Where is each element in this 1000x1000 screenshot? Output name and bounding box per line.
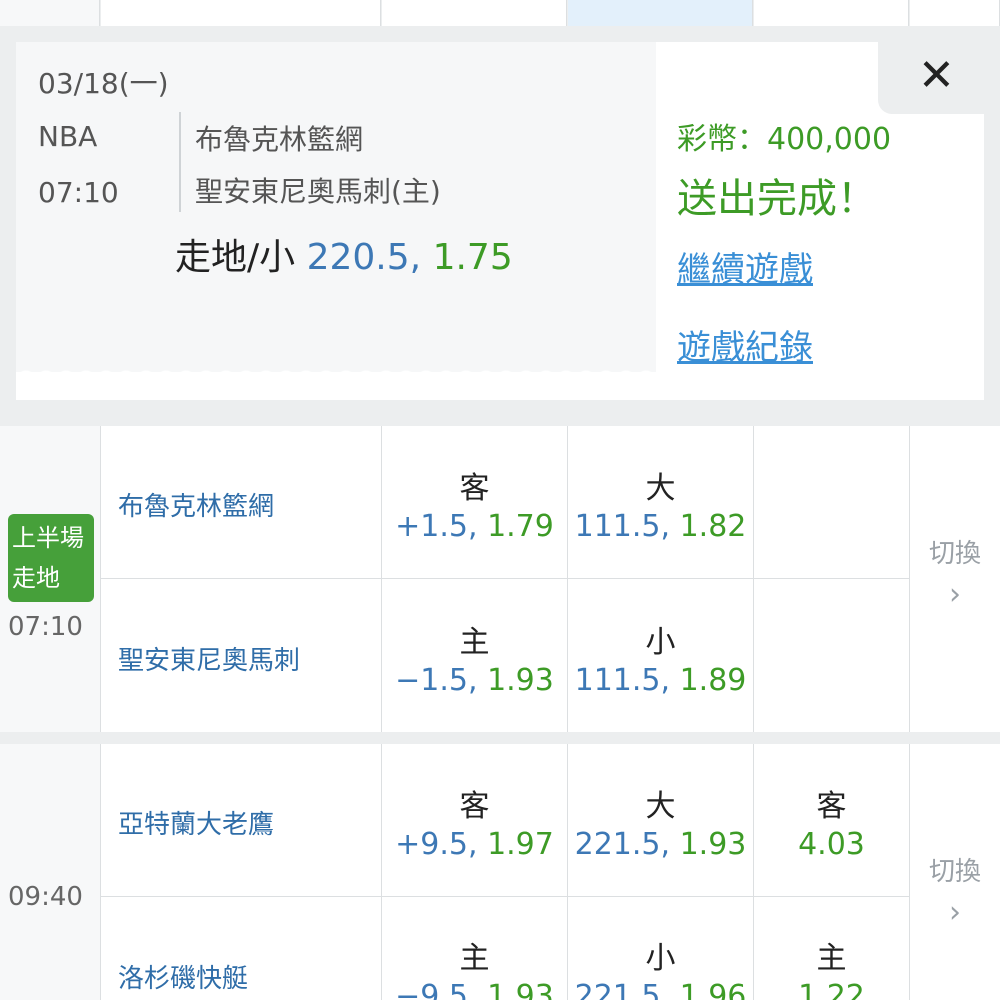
away-team-name: 布魯克林籃網 xyxy=(118,492,275,522)
divider xyxy=(100,426,101,732)
total-under-odds: 221.5, 1.96 xyxy=(574,979,747,1000)
game-start-time: 07:10 xyxy=(8,612,83,642)
spread-away-cell[interactable]: 客 +9.5, 1.97 xyxy=(382,745,567,896)
switch-button[interactable]: 切換 › xyxy=(910,427,1000,732)
receipt-date: 03/18(一) xyxy=(38,67,169,100)
total-under-label: 小 xyxy=(645,941,676,976)
total-over-odds: 221.5, 1.93 xyxy=(574,827,747,862)
submit-status: 送出完成！ xyxy=(677,176,877,222)
close-icon: ✕ xyxy=(918,50,955,101)
previous-row-cell xyxy=(382,0,567,26)
game-start-time: 09:40 xyxy=(8,882,83,912)
divider xyxy=(100,744,101,1000)
switch-label: 切換 xyxy=(928,539,981,569)
moneyline-away-cell[interactable]: 客 4.03 xyxy=(754,745,909,896)
spread-away-label: 客 xyxy=(459,471,490,506)
total-under-odds: 111.5, 1.89 xyxy=(574,663,747,698)
previous-row-cell xyxy=(754,0,909,26)
spread-home-cell[interactable]: 主 −1.5, 1.93 xyxy=(382,579,567,732)
badge-live: 走地 xyxy=(12,564,60,592)
moneyline-away-label: 客 xyxy=(816,789,847,824)
total-under-cell[interactable]: 小 221.5, 1.96 xyxy=(568,897,753,1000)
moneyline-home-label: 主 xyxy=(816,941,847,976)
chevron-right-icon: › xyxy=(949,577,961,612)
chevron-right-icon: › xyxy=(949,895,961,930)
spread-home-label: 主 xyxy=(459,941,490,976)
moneyline-home-odds: 1.22 xyxy=(798,979,865,1000)
receipt-league: NBA xyxy=(38,120,98,153)
close-button[interactable]: ✕ xyxy=(878,42,984,114)
total-over-cell[interactable]: 大 111.5, 1.82 xyxy=(568,427,753,578)
switch-label: 切換 xyxy=(928,857,981,887)
receipt-time: 07:10 xyxy=(38,176,119,209)
receipt-home-team: 聖安東尼奧馬刺(主) xyxy=(195,175,441,208)
credits-balance: 彩幣：400,000 xyxy=(677,122,892,157)
moneyline-away-odds: 4.03 xyxy=(798,827,865,862)
receipt-divider xyxy=(179,112,181,212)
spread-away-odds: +9.5, 1.97 xyxy=(395,827,554,862)
switch-button[interactable]: 切換 › xyxy=(910,745,1000,1000)
total-under-cell[interactable]: 小 111.5, 1.89 xyxy=(568,579,753,732)
game-history-link[interactable]: 遊戲紀錄 xyxy=(677,320,813,369)
total-under-label: 小 xyxy=(645,625,676,660)
home-team-name: 洛杉磯快艇 xyxy=(118,964,249,994)
receipt-bet-type: 走地/小 xyxy=(175,237,296,278)
live-status-badge: 上半場 走地 xyxy=(8,514,94,602)
previous-row-cell xyxy=(101,0,381,26)
spread-home-label: 主 xyxy=(459,625,490,660)
game-time-column xyxy=(0,744,100,1000)
receipt-line-value: 220.5, xyxy=(306,237,422,278)
spread-away-odds: +1.5, 1.79 xyxy=(395,509,554,544)
spread-home-cell[interactable]: 主 −9.5, 1.93 xyxy=(382,897,567,1000)
previous-row-cell-selected xyxy=(568,0,753,26)
receipt-odds: 1.75 xyxy=(432,237,513,278)
previous-row-cell xyxy=(0,0,100,26)
previous-row-cell xyxy=(910,0,1000,26)
away-team-name: 亞特蘭大老鷹 xyxy=(118,810,275,840)
moneyline-home-cell[interactable]: 主 1.22 xyxy=(754,897,909,1000)
badge-period: 上半場 xyxy=(12,524,84,552)
total-over-label: 大 xyxy=(645,789,676,824)
spread-away-label: 客 xyxy=(459,789,490,824)
receipt-away-team: 布魯克林籃網 xyxy=(195,123,364,156)
spread-away-cell[interactable]: 客 +1.5, 1.79 xyxy=(382,427,567,578)
total-over-label: 大 xyxy=(645,471,676,506)
receipt-bet-line: 走地/小 220.5, 1.75 xyxy=(175,228,513,280)
continue-game-link[interactable]: 繼續遊戲 xyxy=(677,242,813,291)
divider xyxy=(753,426,754,732)
home-team-name: 聖安東尼奧馬刺 xyxy=(118,646,301,676)
ticket-zigzag-edge xyxy=(16,360,656,380)
spread-home-odds: −9.5, 1.93 xyxy=(395,979,554,1000)
total-over-odds: 111.5, 1.82 xyxy=(574,509,747,544)
spread-home-odds: −1.5, 1.93 xyxy=(395,663,554,698)
total-over-cell[interactable]: 大 221.5, 1.93 xyxy=(568,745,753,896)
